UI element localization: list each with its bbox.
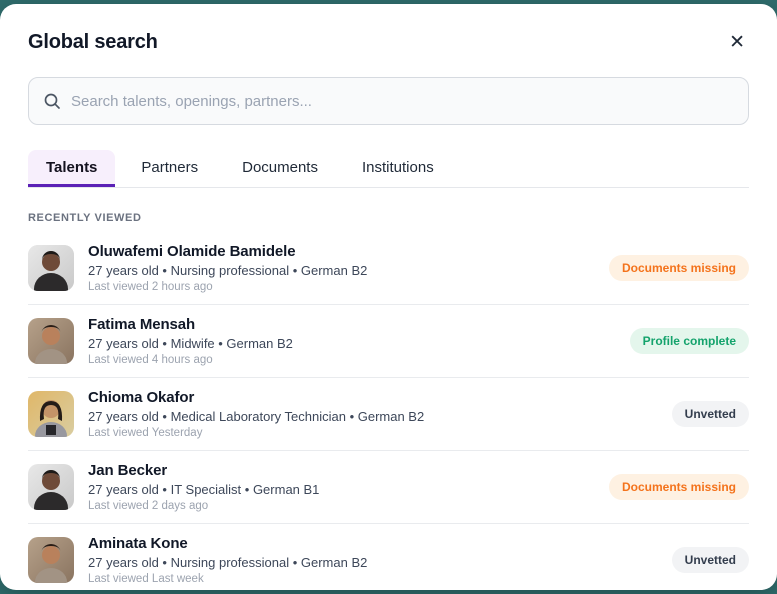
tab-bar: Talents Partners Documents Institutions <box>28 150 749 188</box>
avatar <box>28 391 74 437</box>
search-icon <box>43 92 61 110</box>
talent-details: 27 years old • Nursing professional • Ge… <box>88 263 368 278</box>
recently-viewed-heading: RECENTLY VIEWED <box>28 212 142 224</box>
tab-partners[interactable]: Partners <box>123 150 216 187</box>
list-item[interactable]: Jan Becker 27 years old • IT Specialist … <box>28 451 749 524</box>
last-viewed: Last viewed Yesterday <box>88 427 203 439</box>
talent-details: 27 years old • Medical Laboratory Techni… <box>88 409 425 424</box>
status-badge: Unvetted <box>671 401 749 427</box>
talent-name: Oluwafemi Olamide Bamidele <box>88 243 296 260</box>
last-viewed: Last viewed 4 hours ago <box>88 354 213 366</box>
last-viewed: Last viewed Last week <box>88 573 204 585</box>
close-icon[interactable]: ✕ <box>725 31 749 54</box>
global-search-modal: Global search ✕ Talents Partners Documen… <box>0 4 777 590</box>
talent-name: Aminata Kone <box>88 535 188 552</box>
results-list: Oluwafemi Olamide Bamidele 27 years old … <box>28 232 749 590</box>
talent-details: 27 years old • Nursing professional • Ge… <box>88 555 368 570</box>
avatar <box>28 537 74 583</box>
avatar <box>28 464 74 510</box>
status-badge: Unvetted <box>671 547 749 573</box>
status-badge: Documents missing <box>608 255 749 281</box>
talent-name: Chioma Okafor <box>88 389 195 406</box>
list-item[interactable]: Aminata Kone 27 years old • Nursing prof… <box>28 524 749 590</box>
tab-institutions[interactable]: Institutions <box>344 150 452 187</box>
search-box[interactable] <box>28 77 749 125</box>
status-badge: Profile complete <box>629 328 749 354</box>
avatar <box>28 318 74 364</box>
status-badge: Documents missing <box>608 474 749 500</box>
modal-header: Global search ✕ <box>28 31 749 54</box>
list-item[interactable]: Oluwafemi Olamide Bamidele 27 years old … <box>28 232 749 305</box>
page-title: Global search <box>28 31 158 53</box>
last-viewed: Last viewed 2 hours ago <box>88 281 213 293</box>
list-item[interactable]: Chioma Okafor 27 years old • Medical Lab… <box>28 378 749 451</box>
tab-talents[interactable]: Talents <box>28 150 116 187</box>
talent-details: 27 years old • Midwife • German B2 <box>88 336 293 351</box>
search-input[interactable] <box>71 92 734 110</box>
talent-details: 27 years old • IT Specialist • German B1 <box>88 482 320 497</box>
tab-documents[interactable]: Documents <box>224 150 336 187</box>
list-item[interactable]: Fatima Mensah 27 years old • Midwife • G… <box>28 305 749 378</box>
talent-name: Fatima Mensah <box>88 316 196 333</box>
avatar <box>28 245 74 291</box>
last-viewed: Last viewed 2 days ago <box>88 500 209 512</box>
talent-name: Jan Becker <box>88 462 168 479</box>
